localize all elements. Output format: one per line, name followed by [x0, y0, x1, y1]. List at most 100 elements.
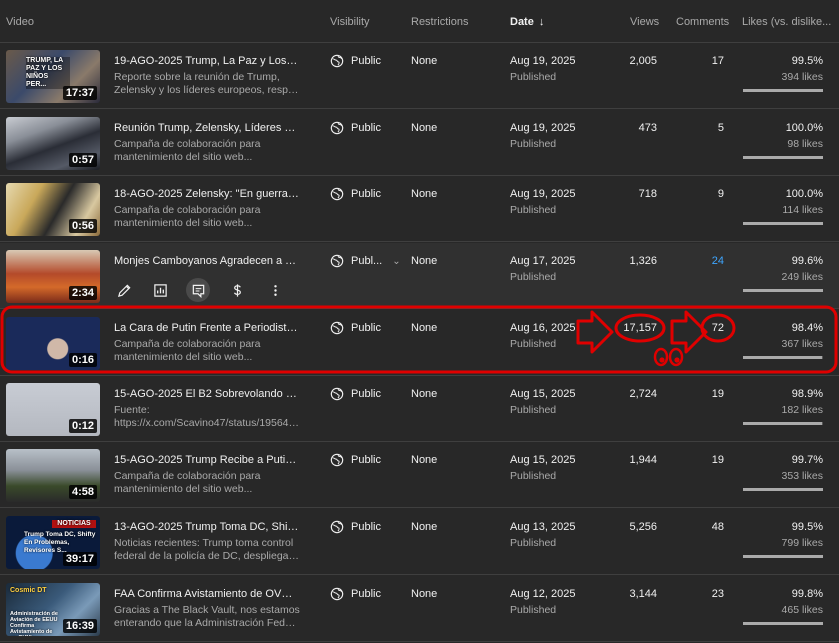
publish-status: Published — [510, 271, 557, 283]
restrictions-value: None — [411, 188, 438, 200]
description-line: enterando que la Administración Federal.… — [114, 617, 300, 629]
comment-count-link[interactable]: 24 — [712, 255, 724, 267]
publish-status: Published — [510, 71, 557, 83]
likes-bar — [743, 622, 823, 625]
publish-date: Aug 16, 2025 — [510, 322, 576, 334]
row-action-toolbar — [110, 274, 290, 306]
likes-bar-fill — [743, 89, 823, 92]
column-date-label: Date — [510, 16, 534, 28]
video-title[interactable]: FAA Confirma Avistamiento de OVNI e... — [114, 588, 300, 600]
video-title[interactable]: La Cara de Putin Frente a Periodistas ..… — [114, 322, 300, 334]
comment-icon — [192, 284, 204, 298]
column-comments: Comments — [676, 16, 730, 28]
restrictions-value: None — [411, 588, 438, 600]
description-line: Reporte sobre la reunión de Trump, — [114, 71, 280, 83]
video-thumbnail[interactable]: NOTICIAS Trump Toma DC, Shifty En Proble… — [6, 516, 100, 569]
video-title[interactable]: 18-AGO-2025 Zelensky: "En guerra no ... — [114, 188, 300, 200]
more-options-button[interactable] — [263, 278, 287, 302]
table-row[interactable]: 0:56 18-AGO-2025 Zelensky: "En guerra no… — [0, 176, 839, 242]
likes-percentage: 99.7% — [791, 454, 823, 466]
video-thumbnail[interactable]: 4:58 — [6, 449, 100, 502]
publish-status: Published — [510, 204, 557, 216]
video-title[interactable]: 13-AGO-2025 Trump Toma DC, Shifty e... — [114, 521, 300, 533]
table-row[interactable]: 4:58 15-AGO-2025 Trump Recibe a Putin en… — [0, 442, 839, 508]
column-video: Video — [6, 16, 34, 28]
visibility-selector[interactable]: Public — [330, 387, 381, 401]
likes-bar-fill — [743, 156, 823, 159]
video-title[interactable]: Reunión Trump, Zelensky, Líderes de E... — [114, 122, 300, 134]
chevron-down-icon: ⌄ — [392, 255, 401, 267]
video-duration: 0:16 — [68, 353, 97, 367]
video-title[interactable]: 15-AGO-2025 Trump Recibe a Putin en... — [114, 454, 300, 466]
visibility-label: Public — [351, 122, 381, 134]
video-duration: 39:17 — [62, 552, 97, 566]
visibility-selector[interactable]: Public — [330, 453, 381, 467]
description-line: Campaña de colaboración para — [114, 338, 261, 350]
publish-date: Aug 15, 2025 — [510, 388, 576, 400]
globe-icon — [330, 453, 344, 467]
edit-details-button[interactable] — [112, 278, 136, 302]
video-title[interactable]: 15-AGO-2025 El B2 Sobrevolando en H... — [114, 388, 300, 400]
publish-date: Aug 15, 2025 — [510, 454, 576, 466]
comments-button[interactable] — [186, 278, 210, 302]
likes-count: 367 likes — [781, 338, 823, 350]
likes-bar-fill — [743, 289, 823, 292]
globe-icon — [330, 587, 344, 601]
video-thumbnail[interactable]: 0:56 — [6, 183, 100, 236]
table-row[interactable]: Cosmic DT Administración de Aviación de … — [0, 576, 839, 642]
comment-count: 19 — [711, 454, 724, 466]
thumbnail-caption: Administración de Aviación de EEUU Confi… — [10, 611, 58, 636]
publish-status: Published — [510, 138, 557, 150]
publish-status: Published — [510, 537, 557, 549]
likes-count: 249 likes — [781, 271, 823, 283]
table-row[interactable]: 0:12 15-AGO-2025 El B2 Sobrevolando en H… — [0, 376, 839, 442]
visibility-dropdown[interactable]: Publ... ⌄ — [330, 254, 401, 268]
video-description: Campaña de colaboración para mantenimient… — [114, 204, 300, 230]
visibility-selector[interactable]: Public — [330, 520, 381, 534]
analytics-button[interactable] — [148, 278, 172, 302]
likes-bar-fill — [743, 555, 823, 558]
publish-date: Aug 13, 2025 — [510, 521, 576, 533]
description-line: mantenimiento del sitio web... — [114, 217, 253, 229]
visibility-selector[interactable]: Public — [330, 321, 381, 335]
thumbnail-top-caption: Cosmic DT — [10, 587, 47, 594]
video-thumbnail[interactable]: 0:12 — [6, 383, 100, 436]
restrictions-value: None — [411, 521, 438, 533]
publish-status: Published — [510, 404, 557, 416]
video-thumbnail[interactable]: 0:16 — [6, 317, 100, 370]
video-thumbnail[interactable]: TRUMP, LA PAZ Y LOS NIÑOS PER... 17:37 — [6, 50, 100, 103]
likes-bar — [743, 488, 823, 491]
visibility-selector[interactable]: Public — [330, 587, 381, 601]
table-row[interactable]: TRUMP, LA PAZ Y LOS NIÑOS PER... 17:37 1… — [0, 43, 839, 109]
restrictions-value: None — [411, 322, 438, 334]
table-row[interactable]: NOTICIAS Trump Toma DC, Shifty En Proble… — [0, 509, 839, 575]
description-line: Campaña de colaboración para — [114, 204, 261, 216]
video-title[interactable]: 19-AGO-2025 Trump, La Paz y Los Niñ... — [114, 55, 300, 67]
column-restrictions: Restrictions — [411, 16, 469, 28]
view-count: 3,144 — [629, 588, 657, 600]
table-row[interactable]: 0:16 La Cara de Putin Frente a Periodist… — [0, 310, 839, 376]
analytics-icon — [153, 283, 167, 297]
video-title[interactable]: Monjes Camboyanos Agradecen a Tru... — [114, 255, 300, 267]
video-thumbnail[interactable]: 2:34 — [6, 250, 100, 303]
likes-bar-fill — [743, 222, 823, 225]
publish-status: Published — [510, 338, 557, 350]
likes-bar — [743, 156, 823, 159]
table-row[interactable]: 0:57 Reunión Trump, Zelensky, Líderes de… — [0, 110, 839, 176]
visibility-selector[interactable]: Public — [330, 54, 381, 68]
column-date-sort[interactable]: Date ↓ — [510, 16, 544, 28]
video-thumbnail[interactable]: 0:57 — [6, 117, 100, 170]
visibility-selector[interactable]: Public — [330, 121, 381, 135]
view-count: 718 — [638, 188, 657, 200]
view-count: 1,944 — [629, 454, 657, 466]
monetization-button[interactable] — [225, 278, 249, 302]
publish-date: Aug 17, 2025 — [510, 255, 576, 267]
table-row-hovered[interactable]: 2:34 Monjes Camboyanos Agradecen a Tru..… — [0, 243, 839, 309]
video-description: Campaña de colaboración para mantenimient… — [114, 470, 300, 496]
likes-percentage: 98.9% — [791, 388, 823, 400]
visibility-selector[interactable]: Public — [330, 187, 381, 201]
likes-percentage: 99.5% — [791, 55, 823, 67]
likes-bar — [743, 222, 823, 225]
video-duration: 0:57 — [68, 153, 97, 167]
video-thumbnail[interactable]: Cosmic DT Administración de Aviación de … — [6, 583, 100, 636]
